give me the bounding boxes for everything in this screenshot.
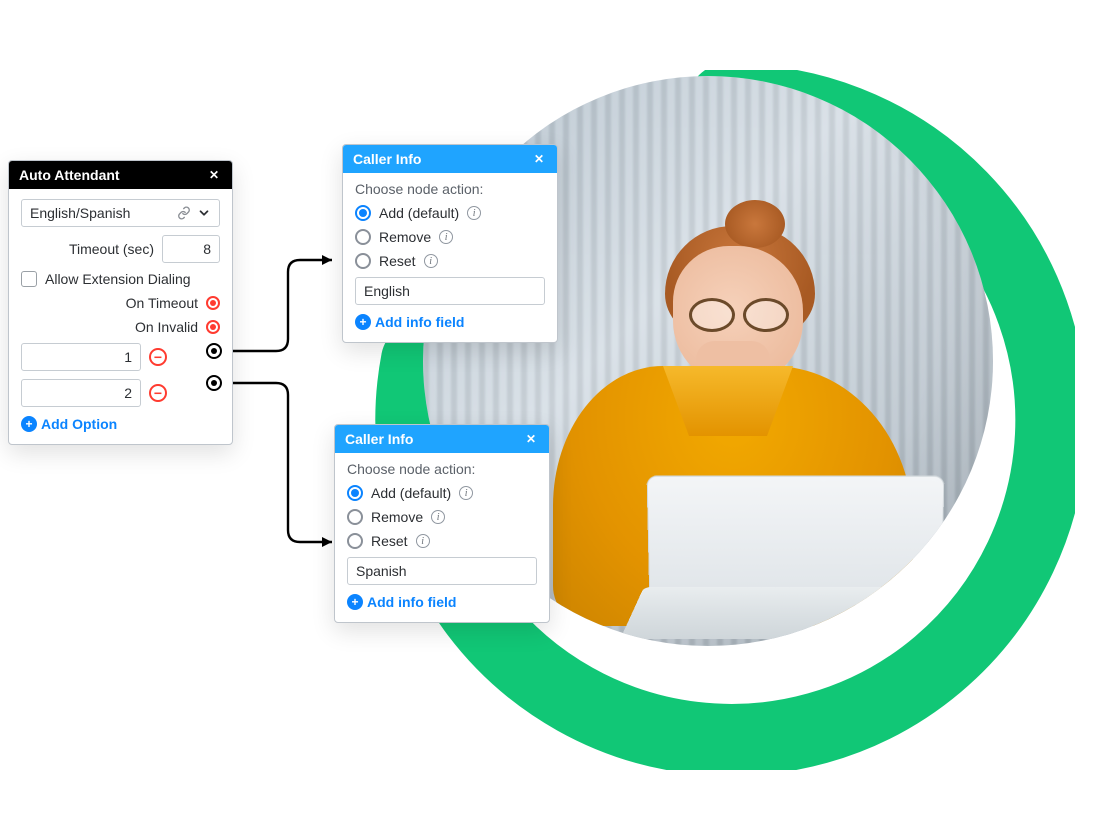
caller-info-header: Caller Info — [335, 425, 549, 453]
caller-info-header: Caller Info — [343, 145, 557, 173]
on-timeout-indicator[interactable] — [206, 296, 220, 310]
info-icon[interactable] — [439, 230, 453, 244]
add-info-field-label: Add info field — [375, 314, 464, 330]
allow-extension-checkbox[interactable] — [21, 271, 37, 287]
add-info-field-label: Add info field — [367, 594, 456, 610]
info-icon[interactable] — [467, 206, 481, 220]
info-field-input[interactable] — [347, 557, 537, 585]
close-icon[interactable] — [206, 167, 222, 183]
caller-subtitle: Choose node action: — [347, 461, 537, 477]
caller-info-title: Caller Info — [353, 151, 421, 167]
remove-option-button[interactable]: − — [149, 348, 167, 366]
add-option-label: Add Option — [41, 416, 117, 432]
caller-info-panel: Caller Info Choose node action: Add (def… — [334, 424, 550, 623]
info-field-input[interactable] — [355, 277, 545, 305]
action-label: Add (default) — [379, 205, 459, 221]
timeout-input[interactable] — [162, 235, 220, 263]
info-icon[interactable] — [416, 534, 430, 548]
option-input[interactable] — [21, 379, 141, 407]
action-radio-row[interactable]: Reset — [347, 533, 537, 549]
plus-icon: + — [21, 416, 37, 432]
option-row: − — [21, 379, 220, 407]
action-label: Add (default) — [371, 485, 451, 501]
allow-extension-label: Allow Extension Dialing — [45, 271, 191, 287]
caller-info-title: Caller Info — [345, 431, 413, 447]
close-icon[interactable] — [531, 151, 547, 167]
action-radio-row[interactable]: Remove — [355, 229, 545, 245]
action-radio-row[interactable]: Add (default) — [355, 205, 545, 221]
flow-node[interactable] — [206, 343, 222, 359]
on-invalid-label: On Invalid — [135, 319, 198, 335]
action-radio-row[interactable]: Add (default) — [347, 485, 537, 501]
option-input[interactable] — [21, 343, 141, 371]
language-select[interactable]: English/Spanish — [21, 199, 220, 227]
caller-subtitle: Choose node action: — [355, 181, 545, 197]
radio-selected-icon — [355, 205, 371, 221]
remove-option-button[interactable]: − — [149, 384, 167, 402]
radio-selected-icon — [347, 485, 363, 501]
auto-attendant-title: Auto Attendant — [19, 167, 120, 183]
radio-unselected-icon — [355, 253, 371, 269]
info-icon[interactable] — [459, 486, 473, 500]
on-timeout-label: On Timeout — [126, 295, 198, 311]
auto-attendant-panel: Auto Attendant English/Spanish — [8, 160, 233, 445]
link-icon — [177, 206, 191, 220]
add-info-field-button[interactable]: + Add info field — [347, 594, 456, 610]
action-radio-row[interactable]: Remove — [347, 509, 537, 525]
add-option-button[interactable]: + Add Option — [21, 416, 117, 432]
action-label: Remove — [379, 229, 431, 245]
action-radio-row[interactable]: Reset — [355, 253, 545, 269]
plus-icon: + — [347, 594, 363, 610]
action-label: Remove — [371, 509, 423, 525]
on-invalid-indicator[interactable] — [206, 320, 220, 334]
info-icon[interactable] — [424, 254, 438, 268]
flow-node[interactable] — [206, 375, 222, 391]
plus-icon: + — [355, 314, 371, 330]
radio-unselected-icon — [347, 533, 363, 549]
info-icon[interactable] — [431, 510, 445, 524]
timeout-label: Timeout (sec) — [69, 241, 154, 257]
action-label: Reset — [371, 533, 408, 549]
close-icon[interactable] — [523, 431, 539, 447]
action-label: Reset — [379, 253, 416, 269]
option-row: − — [21, 343, 220, 371]
radio-unselected-icon — [347, 509, 363, 525]
auto-attendant-header: Auto Attendant — [9, 161, 232, 189]
caller-info-panel: Caller Info Choose node action: Add (def… — [342, 144, 558, 343]
language-value: English/Spanish — [30, 205, 130, 221]
chevron-down-icon — [197, 206, 211, 220]
add-info-field-button[interactable]: + Add info field — [355, 314, 464, 330]
radio-unselected-icon — [355, 229, 371, 245]
